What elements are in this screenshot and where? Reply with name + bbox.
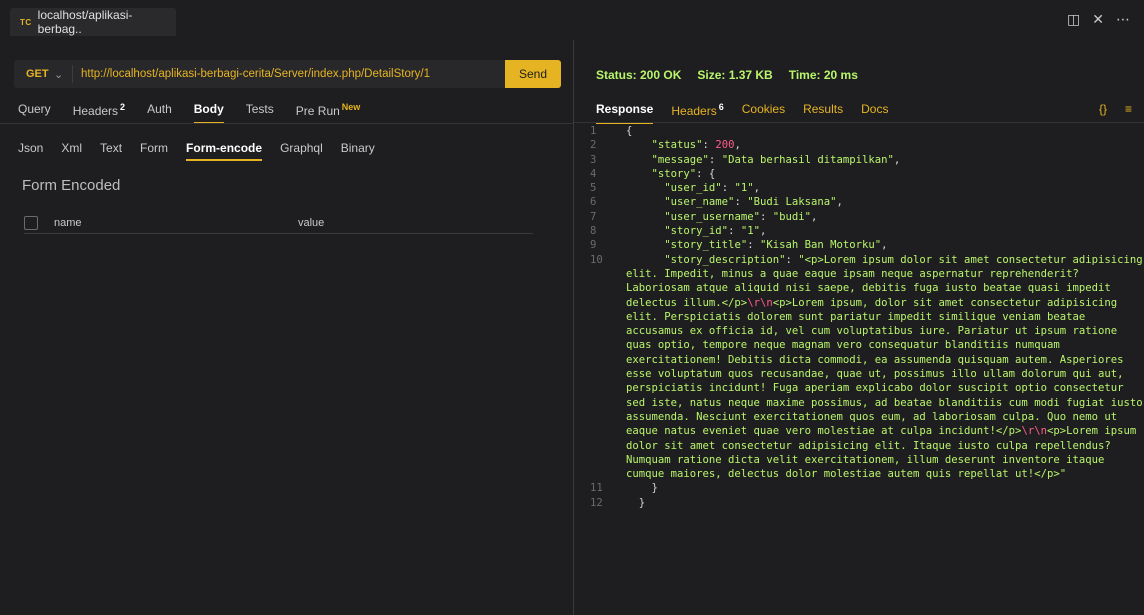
request-tab[interactable]: TC localhost/aplikasi-berbag.. [10, 8, 176, 36]
send-button[interactable]: Send [505, 60, 561, 88]
tab-xml[interactable]: Xml [61, 141, 82, 161]
tab-auth[interactable]: Auth [147, 102, 172, 124]
code-line: 12 } [590, 496, 646, 509]
tab-query[interactable]: Query [18, 102, 51, 124]
code-line: 1{ [590, 125, 633, 137]
thunder-client-logo: TC [20, 17, 32, 27]
chevron-down-icon[interactable]: ⌄ [54, 68, 72, 81]
value-column-header[interactable]: value [298, 217, 324, 229]
code-line: 11 } [590, 482, 658, 495]
story-description-value: "<p>Lorem ipsum dolor sit amet consectet… [626, 253, 1143, 481]
divider [574, 122, 1144, 123]
response-pane: Status: 200 OK Size: 1.37 KB Time: 20 ms… [574, 40, 1144, 615]
tab-form-encode[interactable]: Form-encode [186, 141, 263, 161]
menu-icon[interactable]: ≡ [1125, 102, 1132, 116]
response-actions: {} ≡ [1099, 102, 1132, 116]
request-tabs: Query Headers 2 Auth Body Tests Pre Run Ne… [18, 102, 382, 124]
request-bar: GET ⌄ http://localhost/aplikasi-berbagi-… [14, 60, 561, 88]
select-all-checkbox[interactable] [24, 215, 38, 230]
tab-tests[interactable]: Tests [246, 102, 274, 124]
tab-binary[interactable]: Binary [341, 141, 375, 161]
response-tabs: Response Headers 6 Cookies Results Docs [596, 102, 906, 124]
tab-results[interactable]: Results [803, 102, 843, 124]
divider [0, 123, 573, 124]
tab-headers[interactable]: Headers 2 [73, 102, 125, 124]
close-icon[interactable]: ✕ [1092, 11, 1104, 28]
braces-icon[interactable]: {} [1099, 102, 1107, 116]
method-select[interactable]: GET [14, 68, 54, 80]
tab-response[interactable]: Response [596, 102, 654, 124]
headers-count-badge: 2 [120, 102, 126, 112]
title-bar: TC localhost/aplikasi-berbag.. ◫ ✕ ⋯ [0, 0, 1144, 40]
code-line: 2 "status": 200, [590, 139, 741, 152]
tab-text[interactable]: Text [100, 141, 122, 161]
split-editor-icon[interactable]: ◫ [1067, 11, 1080, 28]
divider [72, 65, 73, 83]
form-header-row: name value [24, 212, 533, 234]
tab-response-headers[interactable]: Headers 6 [671, 102, 723, 124]
tab-body[interactable]: Body [193, 102, 224, 124]
new-badge: New [341, 102, 361, 112]
code-line: 6 "user_name": "Budi Laksana", [590, 196, 843, 209]
code-line: 10 "story_description": "<p>Lorem ipsum … [590, 253, 1143, 481]
status-code: Status: 200 OK [596, 68, 682, 82]
body-tabs: Json Xml Text Form Form-encode Graphql B… [18, 141, 393, 161]
tab-graphql[interactable]: Graphql [280, 141, 323, 161]
response-status-line: Status: 200 OK Size: 1.37 KB Time: 20 ms [596, 68, 858, 82]
name-column-header[interactable]: name [54, 217, 298, 229]
tab-form[interactable]: Form [140, 141, 168, 161]
tab-docs[interactable]: Docs [861, 102, 888, 124]
code-line: 5 "user_id": "1", [590, 182, 760, 195]
headers-count-badge: 6 [718, 102, 724, 112]
response-body[interactable]: 1{ 2 "status": 200, 3 "message": "Data b… [574, 124, 1144, 510]
url-input[interactable]: http://localhost/aplikasi-berbagi-cerita… [81, 68, 505, 80]
code-line: 7 "user_username": "budi", [590, 210, 818, 223]
request-pane: GET ⌄ http://localhost/aplikasi-berbagi-… [0, 40, 573, 615]
tab-title: localhost/aplikasi-berbag.. [37, 8, 133, 36]
tab-json[interactable]: Json [18, 141, 43, 161]
tab-cookies[interactable]: Cookies [742, 102, 785, 124]
code-line: 4 "story": { [590, 167, 716, 180]
window-actions: ◫ ✕ ⋯ [1067, 11, 1130, 28]
more-icon[interactable]: ⋯ [1116, 11, 1130, 28]
code-line: 3 "message": "Data berhasil ditampilkan"… [590, 153, 901, 166]
code-line: 8 "story_id": "1", [590, 225, 767, 238]
tab-pre-run[interactable]: Pre Run New [296, 102, 361, 124]
response-size: Size: 1.37 KB [697, 68, 773, 82]
form-title: Form Encoded [22, 177, 121, 194]
response-time: Time: 20 ms [788, 68, 858, 82]
code-line: 9 "story_title": "Kisah Ban Motorku", [590, 239, 888, 252]
